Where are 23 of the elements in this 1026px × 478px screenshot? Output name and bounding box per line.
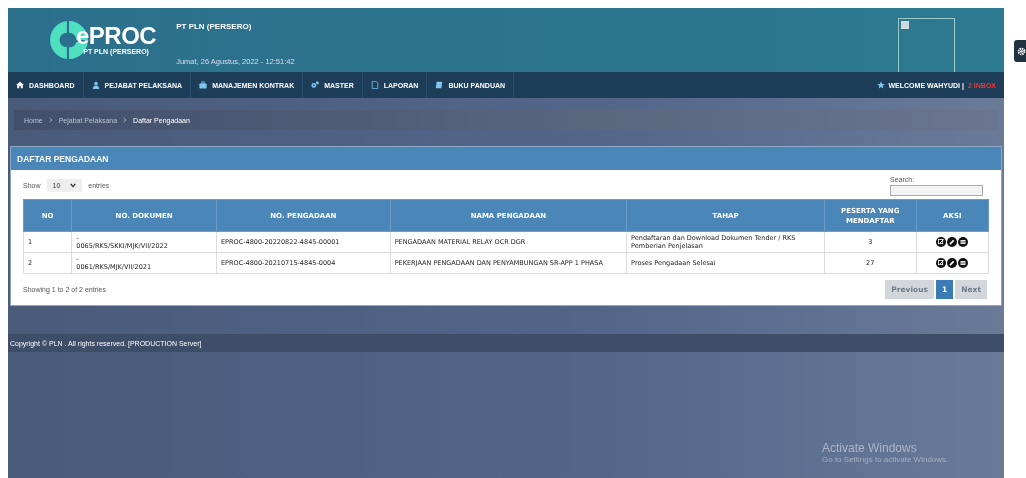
search-field[interactable] [890,185,983,196]
pencil-icon[interactable] [947,237,958,247]
star-icon [876,81,885,89]
document-icon [370,81,379,89]
list-icon[interactable] [958,258,969,268]
company-name: PT PLN (PERSERO) [176,22,253,31]
logo-text: ePROC [76,24,157,48]
home-icon [16,81,24,89]
gear-icon [1017,46,1026,56]
panel-title: DAFTAR PENGADAAN [17,153,109,164]
list-icon[interactable] [958,237,969,247]
activation-title: Activate Windows [822,441,918,455]
settings-button[interactable] [1014,40,1026,62]
edit-icon[interactable] [936,237,947,247]
briefcase-icon [199,81,208,89]
gears-icon [311,81,320,89]
chevron-down-icon [70,183,77,188]
user-icon [91,81,100,89]
chevron-icon [123,117,128,123]
edit-icon[interactable] [936,258,947,268]
book-icon [435,81,444,89]
pencil-icon[interactable] [947,258,958,268]
chevron-icon [48,117,53,123]
